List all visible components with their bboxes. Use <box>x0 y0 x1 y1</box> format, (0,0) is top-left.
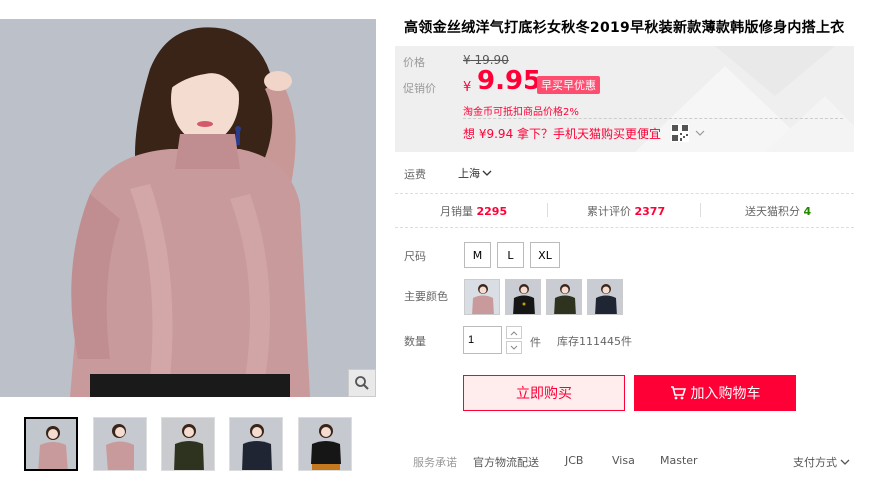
product-title: 高领金丝绒洋气打底衫女秋冬2019早秋装新款薄款韩版修身内搭上衣 <box>404 20 845 36</box>
original-currency: ¥ <box>463 53 471 67</box>
thumbnail-1[interactable] <box>24 417 78 471</box>
thumbnail-5[interactable] <box>298 417 352 471</box>
thumbnail-image <box>230 418 282 470</box>
chevron-down-icon <box>840 459 850 465</box>
points-label: 送天猫积分 <box>745 205 800 218</box>
thumbnail-image <box>26 419 76 469</box>
promo-price: 9.95 <box>477 66 542 96</box>
stat-divider <box>700 203 701 217</box>
promo-badge: 早买早优惠 <box>537 76 600 94</box>
cart-icon <box>670 386 686 400</box>
monthly-sales-label: 月销量 <box>440 205 473 218</box>
app-promo-suffix: 拿下？手机天猫购买更便宜 <box>517 127 662 141</box>
original-price: ¥ 19.90 <box>463 53 509 67</box>
promo-currency: ¥ <box>463 80 472 95</box>
shipping-location: 上海 <box>458 167 480 180</box>
service-item[interactable]: Visa <box>612 454 635 467</box>
app-promo-prefix: 想 <box>463 127 476 141</box>
color-label: 主要颜色 <box>404 290 448 303</box>
color-swatch-black[interactable] <box>505 279 541 315</box>
swatch-image <box>506 280 540 314</box>
shipping-label: 运费 <box>404 168 426 181</box>
divider <box>395 193 854 194</box>
quantity-input[interactable] <box>463 326 502 354</box>
quantity-increase-button[interactable] <box>506 326 522 339</box>
quantity-decrease-button[interactable] <box>506 341 522 354</box>
promo-label: 促销价 <box>403 82 436 95</box>
service-item[interactable]: Master <box>660 454 698 467</box>
thumbnail-image <box>299 418 351 470</box>
thumbnail-2[interactable] <box>93 417 147 471</box>
chevron-up-icon <box>510 330 518 335</box>
size-option-xl[interactable]: XL <box>530 242 560 268</box>
chevron-down-icon <box>510 345 518 350</box>
stat-divider <box>547 203 548 217</box>
size-option-m[interactable]: M <box>464 242 491 268</box>
thumbnail-4[interactable] <box>229 417 283 471</box>
thumbnail-3[interactable] <box>161 417 215 471</box>
reviews-link[interactable]: 累计评价 2377 <box>587 203 665 219</box>
swatch-image <box>465 280 499 314</box>
app-promo-price: ¥9.94 <box>478 127 514 141</box>
stock-count: 库存111445件 <box>557 335 632 348</box>
payment-methods-toggle[interactable]: 支付方式 <box>793 454 850 470</box>
qr-code-icon[interactable] <box>671 124 689 142</box>
main-product-image[interactable] <box>0 19 376 397</box>
chevron-down-icon[interactable] <box>695 129 705 137</box>
zoom-button[interactable] <box>348 369 376 397</box>
buy-now-label: 立即购买 <box>516 386 572 402</box>
size-label: 尺码 <box>404 250 426 263</box>
service-item[interactable]: 官方物流配送 <box>473 454 539 470</box>
swatch-image <box>588 280 622 314</box>
color-swatch-pink[interactable] <box>464 279 500 315</box>
magnifier-icon <box>355 376 369 390</box>
app-promo[interactable]: 想 ¥9.94 拿下？手机天猫购买更便宜 <box>463 125 661 142</box>
model-photo <box>0 19 376 397</box>
shipping-location-select[interactable]: 上海 <box>458 165 492 181</box>
thumbnail-image <box>94 418 146 470</box>
swatch-image <box>547 280 581 314</box>
add-to-cart-button[interactable]: 加入购物车 <box>634 375 796 411</box>
quantity-label: 数量 <box>404 335 426 348</box>
monthly-sales-value: 2295 <box>476 205 508 218</box>
quantity-unit: 件 <box>530 336 541 349</box>
price-panel: 价格 ¥ 19.90 促销价 ¥ 9.95 早买早优惠 淘金币可抵扣商品价格2%… <box>395 46 854 152</box>
reviews-value: 2377 <box>634 205 666 218</box>
chevron-down-icon <box>482 170 492 176</box>
monthly-sales: 月销量 2295 <box>440 203 507 219</box>
panel-divider <box>463 118 843 119</box>
points-value: 4 <box>803 205 812 218</box>
payment-methods-label: 支付方式 <box>793 456 837 469</box>
reviews-label: 累计评价 <box>587 205 631 218</box>
original-price-value: 19.90 <box>474 53 509 67</box>
services-label: 服务承诺 <box>413 456 457 469</box>
thumbnail-image <box>162 418 214 470</box>
service-item[interactable]: JCB <box>565 454 583 467</box>
coin-note: 淘金币可抵扣商品价格2% <box>463 107 579 118</box>
divider <box>395 227 854 228</box>
color-swatch-green[interactable] <box>546 279 582 315</box>
points-info: 送天猫积分 4 <box>745 203 811 219</box>
buy-now-button[interactable]: 立即购买 <box>463 375 625 411</box>
size-option-l[interactable]: L <box>497 242 524 268</box>
add-to-cart-label: 加入购物车 <box>690 386 761 402</box>
color-swatch-navy[interactable] <box>587 279 623 315</box>
price-label: 价格 <box>403 56 425 69</box>
